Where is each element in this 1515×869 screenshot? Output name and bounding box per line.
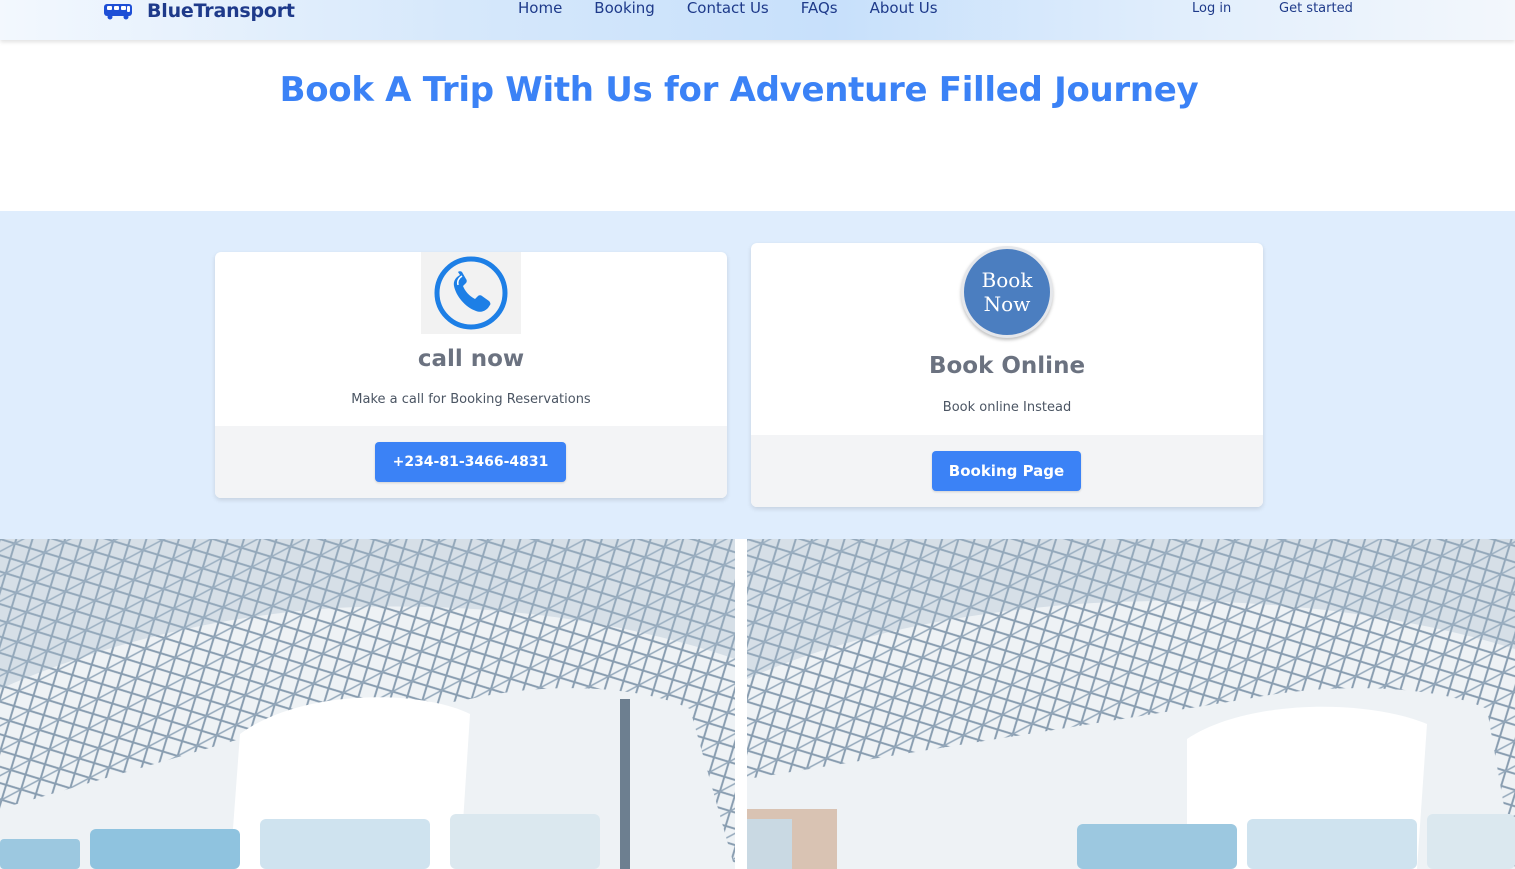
book-online-subtitle: Book online Instead <box>942 400 1072 415</box>
book-now-badge-line2: Now <box>983 292 1031 316</box>
get-started-link[interactable]: Get started <box>1279 1 1353 16</box>
bus-icon <box>103 2 133 20</box>
call-now-card: call now Make a call for Booking Reserva… <box>215 252 727 498</box>
book-online-card: Book Now Book Online Book online Instead… <box>751 243 1263 507</box>
nav-link-booking[interactable]: Booking <box>594 0 655 17</box>
book-now-badge-line1: Book <box>981 268 1033 292</box>
phone-icon <box>421 252 521 334</box>
bus-terminal-photo-right <box>747 539 1515 869</box>
nav-link-about-us[interactable]: About Us <box>870 0 938 17</box>
login-link[interactable]: Log in <box>1192 1 1231 16</box>
book-now-badge: Book Now <box>961 246 1053 338</box>
top-navbar: BlueTransport Home Booking Contact Us FA… <box>0 0 1515 40</box>
call-phone-button[interactable]: +234-81-3466-4831 <box>375 442 566 482</box>
booking-page-button[interactable]: Booking Page <box>932 451 1081 491</box>
call-now-title: call now <box>417 346 525 372</box>
nav-link-home[interactable]: Home <box>518 0 562 17</box>
booking-options-section: call now Make a call for Booking Reserva… <box>0 211 1515 539</box>
page-title: Book A Trip With Us for Adventure Filled… <box>279 70 1199 110</box>
book-card-footer: Booking Page <box>751 435 1263 507</box>
call-card-footer: +234-81-3466-4831 <box>215 426 727 498</box>
nav-link-contact-us[interactable]: Contact Us <box>687 0 769 17</box>
photo-divider <box>735 539 747 869</box>
brand-name: BlueTransport <box>147 0 295 22</box>
bus-terminal-photo-left <box>0 539 735 869</box>
book-online-title: Book Online <box>928 353 1086 379</box>
main-nav: Home Booking Contact Us FAQs About Us <box>518 0 970 17</box>
call-now-subtitle: Make a call for Booking Reservations <box>351 392 591 407</box>
brand-logo-link[interactable]: BlueTransport <box>103 0 295 24</box>
nav-link-faqs[interactable]: FAQs <box>801 0 838 17</box>
